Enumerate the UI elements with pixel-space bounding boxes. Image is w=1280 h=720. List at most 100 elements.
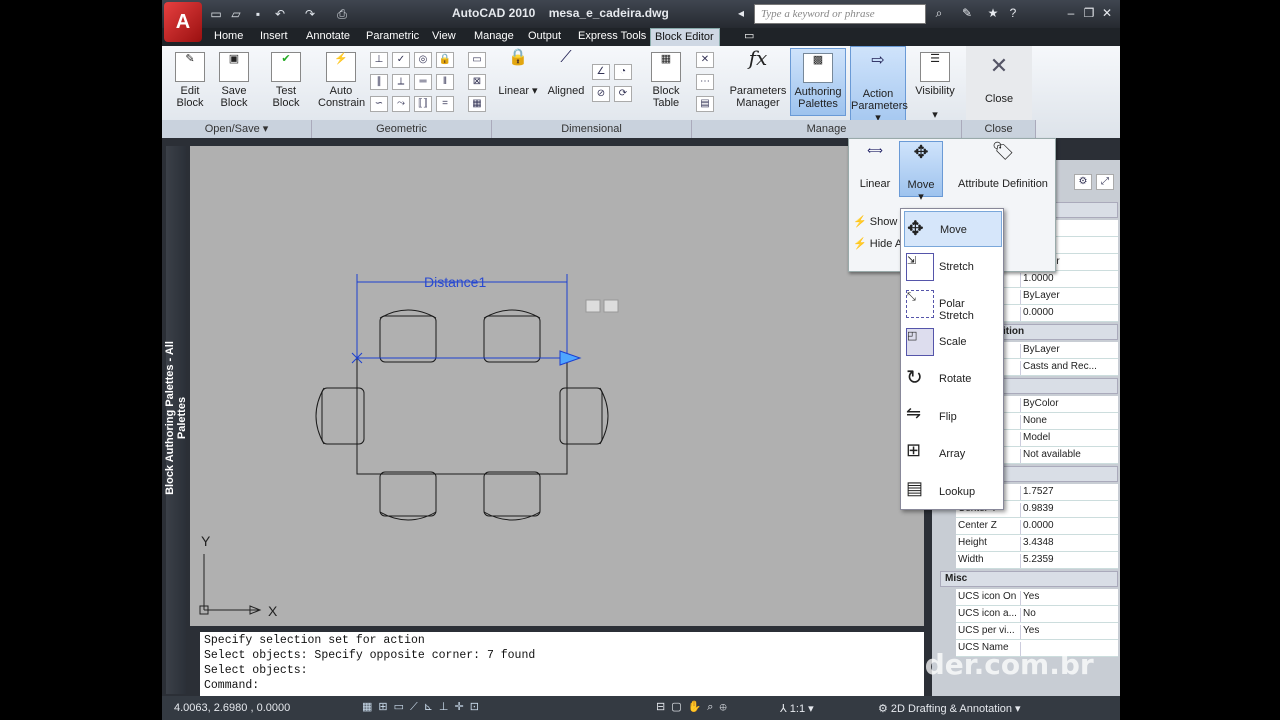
prop-row[interactable]: Height 3.4348 [956,535,1118,552]
menu-item-rotate[interactable]: ↻ Rotate [904,361,1002,397]
close-window-icon[interactable]: ✕ [1098,6,1116,22]
minimize-icon[interactable]: – [1062,6,1080,22]
symmetric-icon[interactable]: ⟦⟧ [414,96,432,112]
chair-bottom-left [379,471,437,521]
convert-icon[interactable]: ⟳ [614,86,632,102]
binoculars-icon[interactable]: ⌕ [930,6,948,22]
prop-row[interactable]: UCS icon a... No [956,606,1118,623]
auto-constrain-icon: ⚡ [326,52,356,82]
prop-row[interactable]: Width 5.2359 [956,552,1118,569]
concentric-icon[interactable]: ◎ [414,52,432,68]
show-all-button[interactable]: ⚡ Show [853,215,897,228]
workspace-switcher[interactable]: ⚙ 2D Drafting & Annotation ▾ [878,702,1021,715]
lookup-icon: ▤ [906,478,924,498]
tools-icon[interactable]: ✎ [958,6,976,22]
block-table-button[interactable]: ▦ Block Table [642,52,690,109]
attribute-definition-button[interactable]: 🏷 Attribute Definition [953,142,1053,190]
open-icon[interactable]: ▱ [228,6,244,22]
auto-constrain-button[interactable]: ⚡ Auto Constrain [318,52,365,109]
save-block-button[interactable]: ▣ Save Block [212,52,256,109]
plot-icon[interactable]: ⎙ [334,6,350,22]
collinear-icon[interactable]: ✓ [392,52,410,68]
annotation-scale[interactable]: ⅄ 1:1 ▾ [780,702,814,715]
prop-row[interactable]: UCS icon On Yes [956,589,1118,606]
hide-constraint-icon[interactable]: ⊠ [468,74,486,90]
delete-constraints-icon[interactable]: ✕ [696,52,714,68]
drawing-canvas[interactable]: Distance1 X Y [190,146,924,626]
tab-annotate[interactable]: Annotate [302,28,354,46]
parallel-icon[interactable]: ∥ [370,74,388,90]
show-constraint-icon[interactable]: ▭ [468,52,486,68]
navigation-tools[interactable]: ⊟▢✋⌕⊕ [656,700,733,714]
tab-insert[interactable]: Insert [256,28,292,46]
save-icon[interactable]: ▪ [250,6,266,22]
manage-group-title[interactable]: Manage [692,120,962,138]
tab-block-editor[interactable]: Block Editor [650,28,720,46]
equal-icon[interactable]: = [436,96,454,112]
redo-icon[interactable]: ↷ [302,6,318,22]
ribbon-minimize-icon[interactable]: ▭ [740,28,758,46]
select-objects-icon[interactable]: ⤢ [1096,174,1114,190]
close-group-title[interactable]: Close [962,120,1036,138]
command-line[interactable]: Specify selection set for action Select … [200,632,924,696]
ucs-x-label: X [268,603,278,619]
tab-parametric[interactable]: Parametric [362,28,423,46]
radial-icon[interactable]: ◔ [614,64,632,80]
drafting-toggles[interactable]: ▦⊞▭⟋⊾⊥✛⊡ [362,700,485,714]
constraint-status-icon[interactable]: ▤ [696,96,714,112]
linear-dim-button[interactable]: 🔒 Linear ▾ [498,50,538,98]
horizontal-icon[interactable]: ═ [414,74,432,90]
construction-geometry-icon[interactable]: ⋯ [696,74,714,90]
perpendicular-icon[interactable]: ⟂ [392,74,410,90]
rotate-icon: ↻ [906,367,923,389]
tab-home[interactable]: Home [210,28,247,46]
star-icon[interactable]: ★ [984,6,1002,22]
help-icon[interactable]: ? [1004,6,1022,22]
prop-row[interactable]: Center Z 0.0000 [956,518,1118,535]
undo-icon[interactable]: ↶ [272,6,288,22]
menu-item-array[interactable]: ⊞ Array [904,436,1002,472]
menu-item-move[interactable]: ✥ Move [904,211,1002,247]
block-authoring-palette-bar[interactable]: Block Authoring Palettes - All Palettes [164,146,188,694]
fix-icon[interactable]: 🔒 [436,52,454,68]
aligned-dim-button[interactable]: ⟋ Aligned [542,50,590,98]
diameter-icon[interactable]: ⊘ [592,86,610,102]
command-prompt[interactable]: Command: [204,678,920,693]
angular-icon[interactable]: ∠ [592,64,610,80]
command-history-line: Select objects: [204,664,308,677]
linear-parameter-button[interactable]: ⟺ Linear [855,145,895,190]
dimensional-group-title[interactable]: Dimensional [492,120,692,138]
coincident-icon[interactable]: ⊥ [370,52,388,68]
hide-all-button[interactable]: ⚡ Hide A [853,237,902,250]
vertical-icon[interactable]: ‖ [436,74,454,90]
smooth-icon[interactable]: ⤳ [392,96,410,112]
menu-item-lookup[interactable]: ▤ Lookup [904,474,1002,510]
app-menu-logo[interactable]: A [164,2,202,42]
tab-output[interactable]: Output [524,28,565,46]
menu-item-stretch[interactable]: ⇲ Stretch [904,249,1002,285]
new-icon[interactable]: ▭ [208,6,224,22]
parameters-manager-button[interactable]: fx Parameters Manager [728,48,788,109]
open-save-group-title[interactable]: Open/Save ▾ [162,120,312,138]
menu-item-flip[interactable]: ⇋ Flip [904,399,1002,435]
geometric-group-title[interactable]: Geometric [312,120,492,138]
test-block-button[interactable]: ✔ Test Block [264,52,308,109]
menu-item-polar-stretch[interactable]: ⤡ Polar Stretch [904,286,1002,322]
constraint-bar-icon[interactable]: ▦ [468,96,486,112]
close-block-editor-button[interactable]: ✕ Close [966,46,1032,120]
misc-section[interactable]: Misc [940,571,1118,587]
move-icon: ✥ [907,218,924,240]
quick-select-icon[interactable]: ⚙ [1074,174,1092,190]
authoring-palettes-button[interactable]: ▩ Authoring Palettes [790,48,846,116]
prop-row[interactable]: UCS per vi... Yes [956,623,1118,640]
search-dropdown-icon[interactable]: ◂ [732,6,750,22]
tab-manage[interactable]: Manage [470,28,518,46]
edit-block-button[interactable]: ✎ Edit Block [168,52,212,109]
tangent-icon[interactable]: ∽ [370,96,388,112]
tab-express-tools[interactable]: Express Tools [574,28,650,46]
move-action-button[interactable]: ✥ Move ▾ [899,141,943,203]
restore-icon[interactable]: ❐ [1080,6,1098,22]
menu-item-scale[interactable]: ◰ Scale [904,324,1002,360]
search-input[interactable]: Type a keyword or phrase [754,4,926,24]
tab-view[interactable]: View [428,28,460,46]
